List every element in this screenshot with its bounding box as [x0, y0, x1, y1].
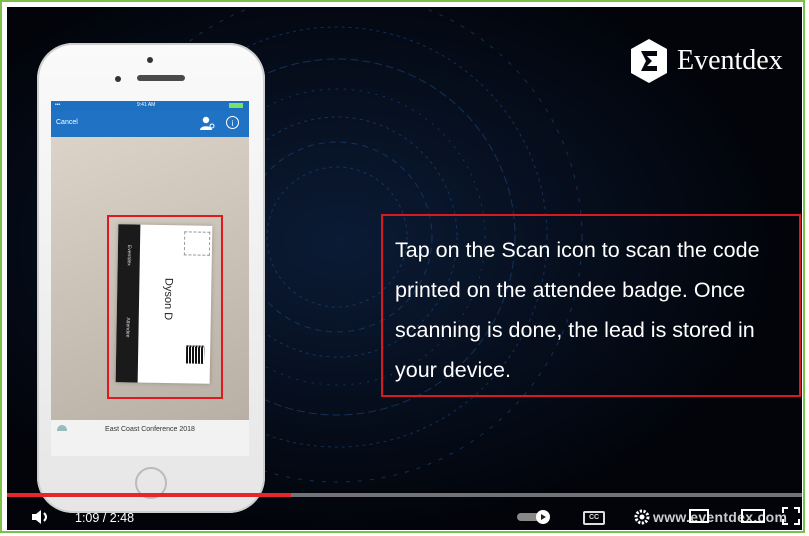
- camera-viewfinder: Eventdex Attendee Dyson D: [51, 137, 249, 420]
- miniplayer-icon[interactable]: [689, 509, 709, 523]
- video-frame: ••• 9:41 AM Cancel i Eventdex Attendee D…: [0, 0, 805, 533]
- phone-speaker: [137, 75, 185, 81]
- progress-played: [7, 493, 291, 497]
- settings-icon[interactable]: [633, 508, 651, 526]
- volume-icon[interactable]: [31, 509, 51, 525]
- logo-text: Eventdex: [677, 45, 783, 76]
- video-player[interactable]: ••• 9:41 AM Cancel i Eventdex Attendee D…: [7, 7, 802, 530]
- battery-icon: [229, 103, 243, 108]
- phone-camera: [147, 57, 153, 63]
- cancel-button[interactable]: Cancel: [56, 119, 78, 126]
- phone-screen: ••• 9:41 AM Cancel i Eventdex Attendee D…: [51, 101, 249, 456]
- progress-bar[interactable]: [7, 493, 802, 497]
- time-display: 1:09 / 2:48: [75, 511, 135, 525]
- app-footer: East Coast Conference 2018: [51, 420, 249, 456]
- phone-sensor: [115, 76, 121, 82]
- signal-icon: •••: [55, 102, 61, 108]
- caption-text: Tap on the Scan icon to scan the code pr…: [395, 238, 760, 382]
- fullscreen-icon[interactable]: [782, 507, 800, 525]
- user-scan-icon[interactable]: [199, 115, 215, 131]
- player-controls: 1:09 / 2:48 CC www.eventdex.com: [7, 503, 802, 530]
- conference-name: East Coast Conference 2018: [105, 426, 195, 433]
- phone-mockup: ••• 9:41 AM Cancel i Eventdex Attendee D…: [37, 43, 265, 513]
- theater-icon[interactable]: [741, 509, 765, 523]
- status-time: 9:41 AM: [137, 102, 156, 108]
- caption-box: Tap on the Scan icon to scan the code pr…: [381, 214, 801, 397]
- autoplay-toggle-icon[interactable]: [517, 510, 553, 524]
- status-bar: ••• 9:41 AM: [51, 101, 249, 111]
- info-icon[interactable]: i: [226, 116, 239, 129]
- watermark-text: www.eventdex.com: [653, 509, 788, 525]
- cc-icon[interactable]: CC: [583, 511, 605, 525]
- app-nav-bar: Cancel i: [51, 111, 249, 137]
- eventdex-logo-icon: [631, 39, 667, 83]
- scan-highlight-box: [107, 215, 223, 399]
